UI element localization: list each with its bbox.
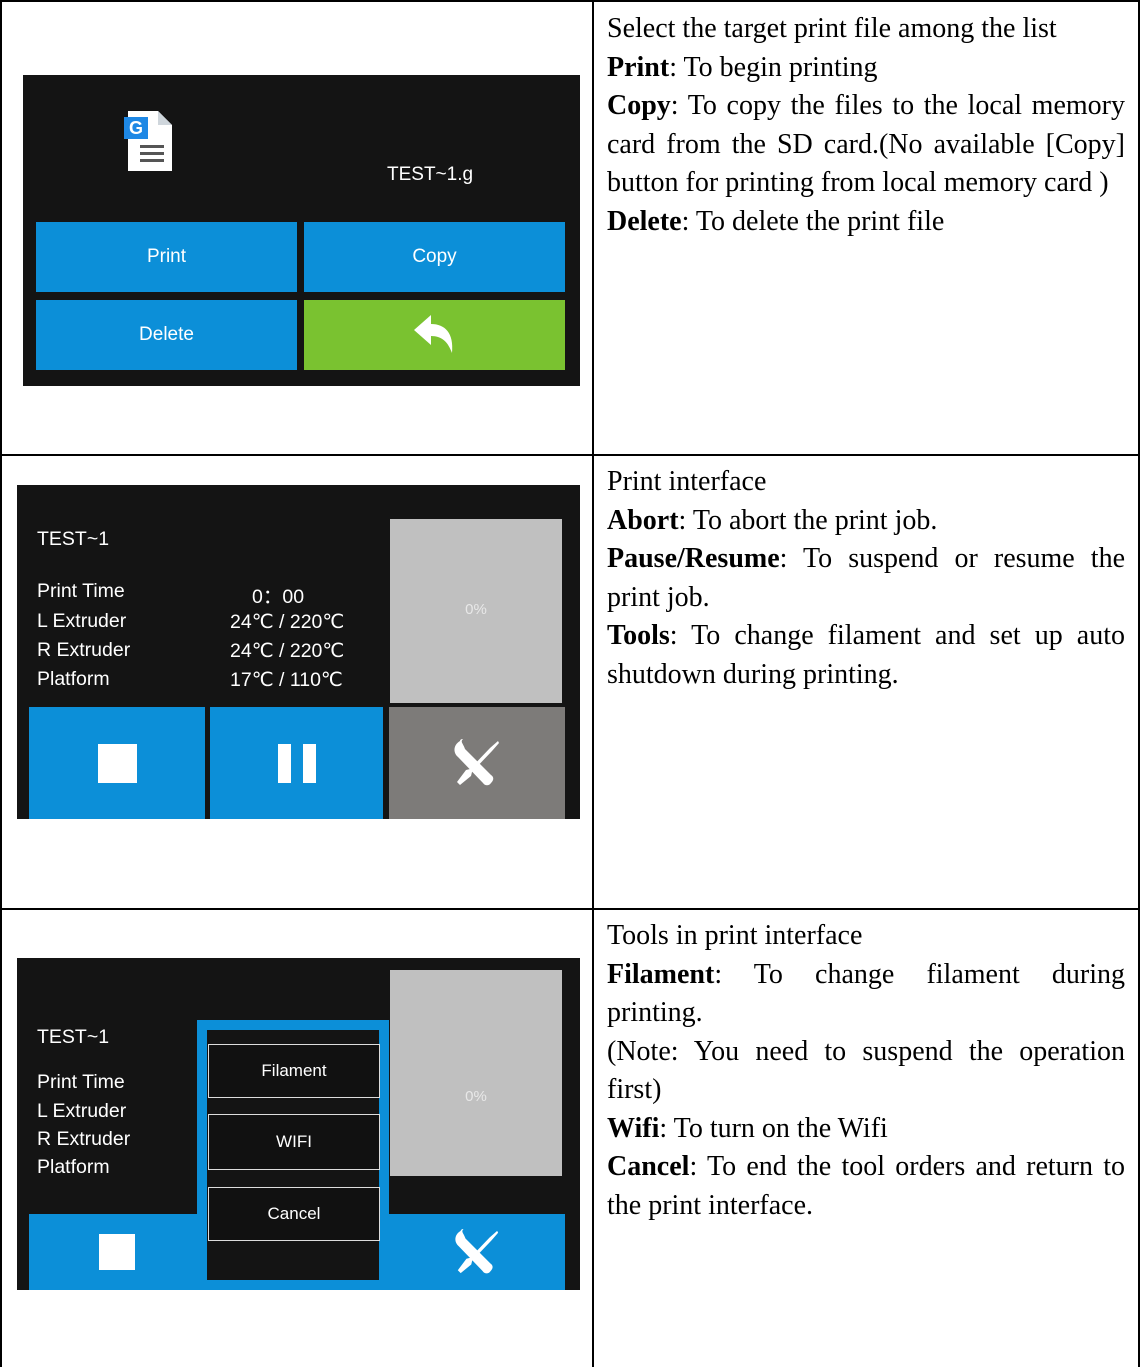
- tools-icon: [454, 739, 499, 786]
- description-item: Print: To begin printing: [607, 51, 878, 83]
- gcode-file-icon: G: [124, 111, 174, 173]
- abort-button[interactable]: [29, 1214, 205, 1290]
- description-intro: Select the target print file among the l…: [607, 13, 1057, 44]
- description-item: Abort: To abort the print job.: [607, 504, 938, 536]
- description-item: (Note: You need to suspend the operation…: [607, 1035, 1125, 1106]
- progress-percent: 0%: [465, 601, 487, 618]
- copy-button[interactable]: Copy: [304, 222, 565, 292]
- file-icon-letter: G: [128, 118, 143, 138]
- description-file: Select the target print file among the l…: [607, 10, 1125, 241]
- abort-button[interactable]: [29, 707, 205, 819]
- description-intro: Tools in print interface: [607, 920, 863, 951]
- stop-icon: [97, 743, 137, 783]
- filament-button[interactable]: Filament: [208, 1044, 380, 1098]
- tools-icon: [455, 1228, 499, 1274]
- description-item: Delete: To delete the print file: [607, 205, 945, 237]
- print-preview: 0%: [390, 519, 562, 703]
- file-name: TEST~1.g: [387, 164, 474, 185]
- job-title: TEST~1: [37, 1026, 110, 1048]
- tools-menu: Filament WIFI Cancel: [197, 1020, 389, 1290]
- print-button[interactable]: Print: [36, 222, 297, 292]
- description-item: Tools: To change filament and set up aut…: [607, 620, 1125, 690]
- description-item: Wifi: To turn on the Wifi: [607, 1112, 888, 1144]
- stat-value: 0：00: [252, 586, 305, 608]
- return-arrow-icon: [413, 315, 452, 353]
- description-item: Cancel: To end the tool orders and retur…: [607, 1151, 1125, 1221]
- stat-label: Platform: [37, 668, 110, 690]
- back-button[interactable]: [304, 300, 565, 370]
- cancel-button[interactable]: Cancel: [208, 1187, 380, 1241]
- description-item: Copy: To copy the files to the local mem…: [607, 90, 1125, 198]
- tools-screen: TEST~1 Print Time L Extruder R Extruder …: [17, 958, 580, 1290]
- stat-label: Platform: [37, 1156, 110, 1178]
- stat-value: 24℃ / 220℃: [230, 611, 345, 633]
- stat-label: L Extruder: [37, 1100, 127, 1122]
- progress-percent: 0%: [465, 1088, 487, 1105]
- table-border-top: [0, 0, 1140, 2]
- wifi-button[interactable]: WIFI: [208, 1114, 380, 1170]
- tools-button[interactable]: [389, 707, 565, 819]
- column-divider: [592, 0, 594, 1367]
- description-item: Filament: To change filament during prin…: [607, 958, 1125, 1029]
- tools-button[interactable]: [389, 1214, 565, 1290]
- file-screen: G TEST~1.g Print Copy Delete: [23, 75, 580, 386]
- description-print: Print interface Abort: To abort the prin…: [607, 463, 1125, 694]
- stat-value: 17℃ / 110℃: [230, 669, 343, 691]
- description-item: Pause/Resume: To suspend or resume the p…: [607, 543, 1125, 613]
- pause-icon: [277, 743, 316, 783]
- description-tools: Tools in print interface Filament: To ch…: [607, 917, 1125, 1225]
- row-divider-1: [0, 454, 1140, 456]
- print-screen: TEST~1 Print Time 0：00 L Extruder 24℃ / …: [17, 485, 580, 819]
- stat-label: R Extruder: [37, 639, 131, 661]
- print-preview: 0%: [390, 970, 562, 1176]
- delete-button[interactable]: Delete: [36, 300, 297, 370]
- stat-label: R Extruder: [37, 1128, 131, 1150]
- description-intro: Print interface: [607, 466, 767, 497]
- row-divider-2: [0, 908, 1140, 910]
- stop-icon: [99, 1234, 135, 1270]
- pause-button[interactable]: [210, 707, 383, 819]
- stat-label: L Extruder: [37, 610, 127, 632]
- stat-label: Print Time: [37, 1071, 125, 1093]
- table-border-left: [0, 0, 2, 1367]
- job-title: TEST~1: [37, 528, 110, 550]
- stat-label: Print Time: [37, 580, 125, 602]
- stat-value: 24℃ / 220℃: [230, 640, 345, 662]
